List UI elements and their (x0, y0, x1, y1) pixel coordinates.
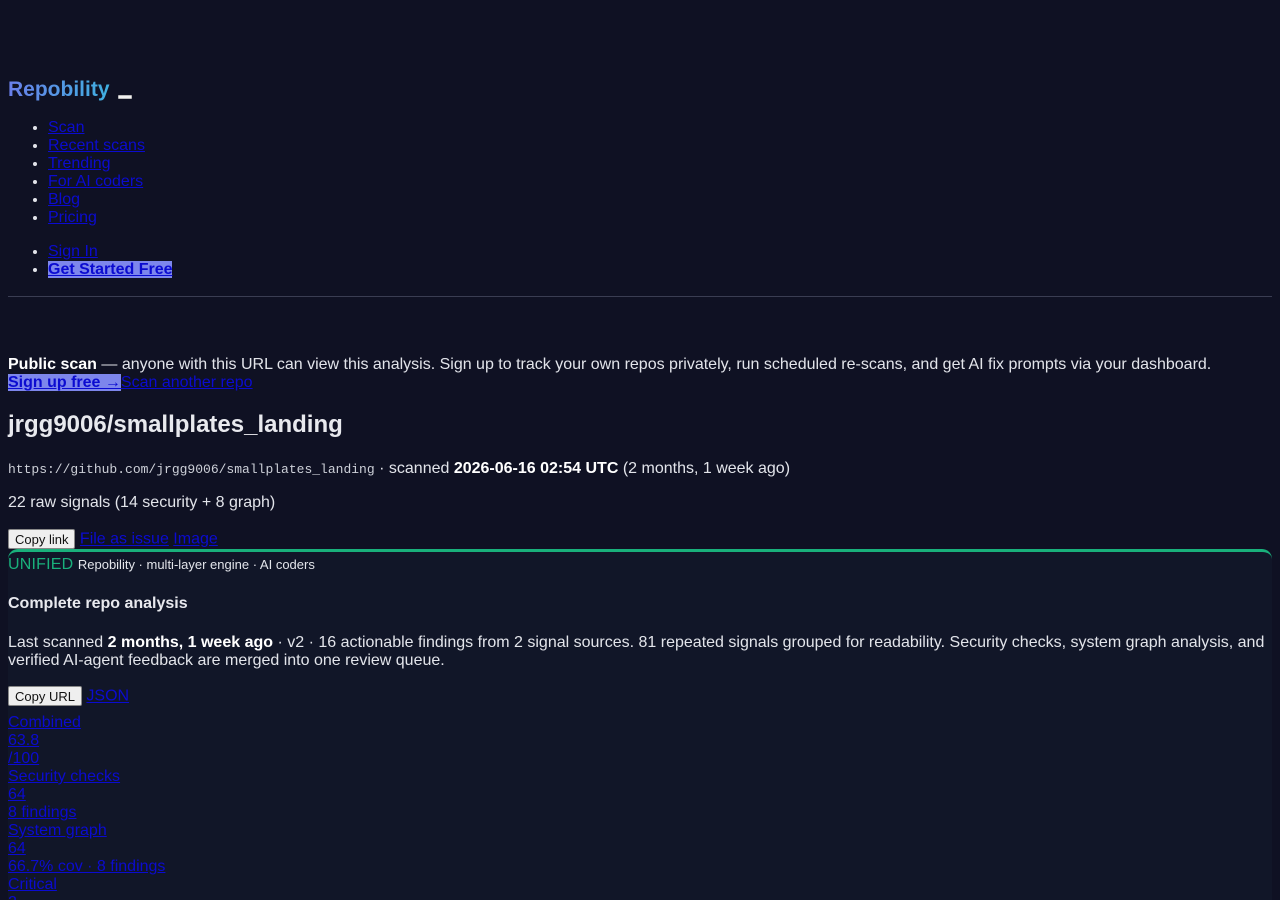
nav-link-recent-scans[interactable]: Recent scans (48, 137, 145, 154)
card-header: UNIFIED Repobility · multi-layer engine … (8, 556, 315, 574)
repo-url: https://github.com/jrgg9006/smallplates_… (8, 462, 375, 477)
nav-item-sign-in: Sign In (48, 243, 172, 261)
banner-title: Public scan (8, 356, 97, 373)
scanned-timestamp: 2026-06-16 02:54 UTC (453, 460, 619, 477)
stat-critical-count[interactable]: 2 (8, 894, 165, 900)
raw-signals-count: 22 raw signals (14 security + 8 graph) (8, 494, 276, 511)
card-title: Complete repo analysis (8, 595, 188, 612)
copy-url-button[interactable]: Copy URL (8, 686, 82, 706)
file-as-issue-link[interactable]: File as issue (80, 531, 169, 548)
nav-item-blog: Blog (48, 191, 145, 209)
scanned-relative: (2 months, 1 week ago) (618, 460, 791, 477)
stat-security-label[interactable]: Security checks (8, 768, 165, 786)
stat-graph-coverage[interactable]: 66.7% cov · 8 findings (8, 858, 165, 876)
nav-link-blog[interactable]: Blog (48, 191, 80, 208)
nav-item-scan: Scan (48, 119, 145, 137)
repo-title: jrgg9006/smallplates_landing (8, 411, 343, 438)
nav-link-pricing[interactable]: Pricing (48, 209, 97, 226)
stat-critical-label[interactable]: Critical (8, 876, 165, 894)
nav-link-scan[interactable]: Scan (48, 119, 84, 136)
unified-analysis-card: UNIFIED Repobility · multi-layer engine … (8, 549, 1272, 900)
header-divider (8, 296, 1272, 297)
nav-item-ai-coders: For AI coders (48, 173, 145, 191)
summary-last-scanned: 2 months, 1 week ago (107, 634, 274, 651)
nav-link-ai-coders[interactable]: For AI coders (48, 173, 143, 190)
auth-nav: Sign In Get Started Free (8, 243, 173, 279)
main-nav: Scan Recent scans Trending For AI coders… (8, 119, 145, 227)
scanned-prefix: · scanned (374, 460, 454, 477)
sign-up-free-button[interactable]: Sign up free → (8, 374, 121, 391)
public-scan-banner: Public scan — anyone with this URL can v… (8, 356, 1272, 392)
json-link[interactable]: JSON (86, 688, 129, 705)
nav-item-recent-scans: Recent scans (48, 137, 145, 155)
image-link[interactable]: Image (173, 531, 217, 548)
menu-toggle-button[interactable] (117, 95, 132, 99)
summary-prefix: Last scanned (8, 634, 108, 651)
card-actions: Copy URL JSON (8, 686, 129, 706)
stat-combined-label[interactable]: Combined (8, 714, 165, 732)
stat-graph-label[interactable]: System graph (8, 822, 165, 840)
stat-security-findings[interactable]: 8 findings (8, 804, 165, 822)
scan-another-repo-link[interactable]: Scan another repo (121, 374, 253, 391)
stat-security-score[interactable]: 64 (8, 786, 165, 804)
stat-combined-score[interactable]: 63.8 (8, 732, 165, 750)
sign-in-link[interactable]: Sign In (48, 243, 98, 260)
card-summary: Last scanned 2 months, 1 week ago · v2 ·… (8, 634, 1272, 670)
nav-item-pricing: Pricing (48, 209, 145, 227)
get-started-button[interactable]: Get Started Free (48, 261, 173, 278)
score-stats: Combined 63.8 /100 Security checks 64 8 … (8, 714, 165, 900)
nav-item-get-started: Get Started Free (48, 261, 173, 279)
repo-meta: https://github.com/jrgg9006/smallplates_… (8, 460, 790, 479)
nav-item-trending: Trending (48, 155, 145, 173)
copy-link-button[interactable]: Copy link (8, 529, 76, 549)
repo-actions: Copy link File as issue Image (8, 529, 218, 549)
brand-logo[interactable]: Repobility (8, 78, 110, 101)
stat-graph-score[interactable]: 64 (8, 840, 165, 858)
nav-link-trending[interactable]: Trending (48, 155, 111, 172)
unified-byline: Repobility · multi-layer engine · AI cod… (77, 557, 315, 572)
stat-combined-max[interactable]: /100 (8, 750, 165, 768)
header-brand-row: Repobility (8, 78, 132, 104)
unified-tag: UNIFIED (8, 556, 74, 573)
banner-text: — anyone with this URL can view this ana… (96, 356, 1212, 373)
